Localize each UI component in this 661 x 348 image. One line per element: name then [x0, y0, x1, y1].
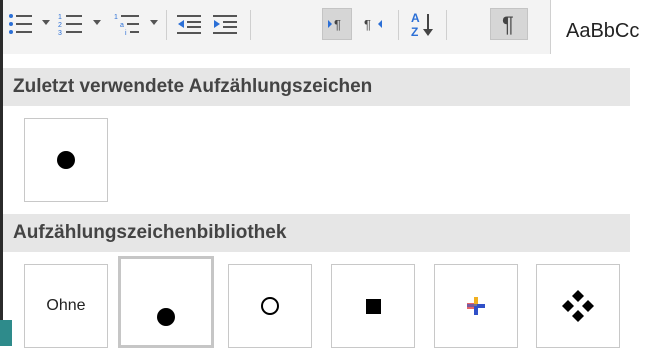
colored-plus-bullet-icon: [467, 297, 485, 315]
bullet-none-tile[interactable]: Ohne: [24, 264, 108, 348]
pilcrow-icon: ¶: [502, 12, 514, 37]
multilevel-list-button[interactable]: 1 a i: [110, 8, 146, 40]
bullets-dropdown-caret[interactable]: [42, 20, 50, 25]
multilevel-list-icon: 1 a i: [114, 14, 139, 37]
svg-text:¶: ¶: [364, 17, 371, 32]
ribbon-toolbar: 1 2 3 1 a i ¶ ¶ A Z ¶ AaBbCc: [0, 0, 661, 54]
svg-text:Z: Z: [411, 25, 418, 38]
numbering-button[interactable]: 1 2 3: [54, 8, 88, 40]
bullet-library-header: Aufzählungszeichenbibliothek: [3, 214, 630, 252]
right-to-left-icon: ¶: [364, 17, 382, 32]
bullet-diamond-tile[interactable]: [536, 264, 620, 348]
increase-indent-icon: [213, 15, 237, 34]
decrease-indent-button[interactable]: [172, 8, 206, 40]
svg-text:3: 3: [58, 30, 62, 37]
sort-az-icon: A Z: [411, 11, 433, 38]
filled-circle-bullet-icon: [157, 308, 175, 326]
recent-bullet-filled-tile[interactable]: [24, 118, 108, 202]
recent-bullets-header: Zuletzt verwendete Aufzählungszeichen: [3, 68, 630, 106]
bullet-picture-tile[interactable]: [434, 264, 518, 348]
numbered-list-icon: 1 2 3: [58, 14, 82, 37]
svg-text:¶: ¶: [334, 17, 341, 32]
square-bullet-icon: [365, 298, 381, 314]
filled-circle-bullet-icon: [57, 151, 75, 169]
svg-text:2: 2: [58, 22, 62, 29]
left-to-right-icon: ¶: [328, 17, 341, 32]
multilevel-dropdown-caret[interactable]: [150, 20, 158, 25]
svg-text:¶: ¶: [502, 12, 514, 37]
svg-text:1: 1: [114, 14, 118, 21]
decrease-indent-icon: [177, 15, 201, 34]
show-formatting-button[interactable]: ¶: [490, 8, 528, 40]
toolbar-separator: [166, 10, 167, 40]
svg-text:1: 1: [58, 14, 62, 21]
svg-text:i: i: [125, 30, 127, 37]
svg-text:a: a: [120, 22, 124, 29]
toolbar-separator: [250, 10, 251, 40]
bullet-list-icon: [9, 14, 32, 34]
document-background-strip: [0, 320, 12, 346]
sort-button[interactable]: A Z: [406, 8, 440, 40]
toolbar-separator: [398, 10, 399, 40]
bullet-square-tile[interactable]: [331, 264, 415, 348]
svg-text:A: A: [411, 11, 420, 25]
toolbar-separator: [446, 10, 447, 40]
numbering-dropdown-caret[interactable]: [93, 20, 101, 25]
style-preview-normal[interactable]: AaBbCc: [566, 20, 639, 43]
bullet-open-circle-tile[interactable]: [228, 264, 312, 348]
increase-indent-button[interactable]: [208, 8, 242, 40]
bullets-button[interactable]: [4, 8, 38, 40]
bullet-none-label: Ohne: [46, 297, 86, 314]
rtl-button[interactable]: ¶: [358, 8, 388, 40]
ltr-button[interactable]: ¶: [322, 8, 352, 40]
diamond-cluster-bullet-icon: [562, 290, 594, 322]
open-circle-bullet-icon: [261, 297, 279, 315]
bullet-filled-circle-tile[interactable]: [118, 256, 214, 348]
